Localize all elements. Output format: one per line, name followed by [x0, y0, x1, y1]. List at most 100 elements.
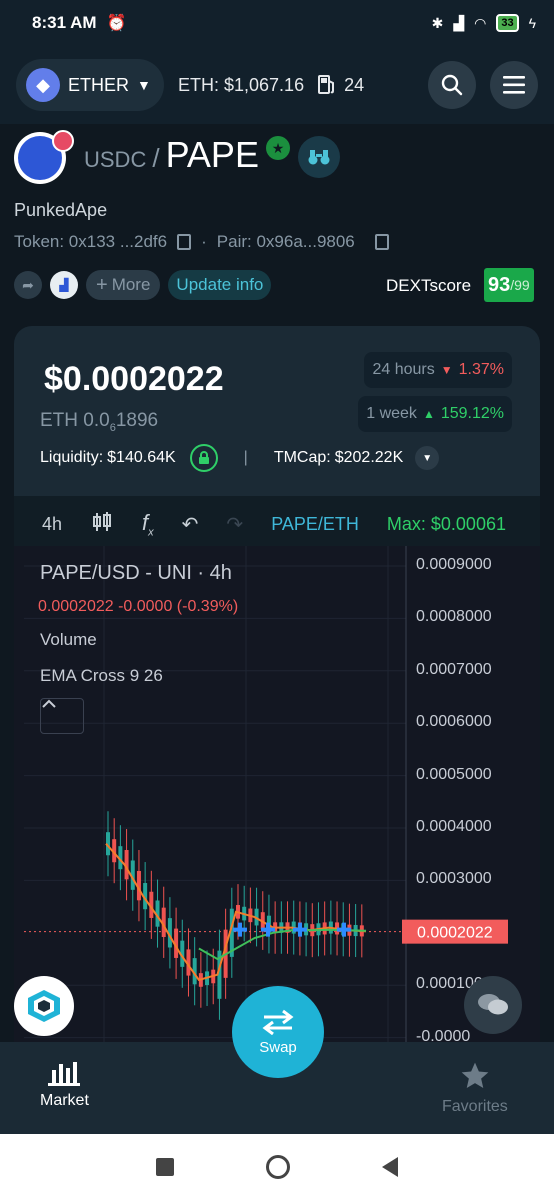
price-eth: ETH 0.061896 — [40, 410, 158, 434]
menu-button[interactable] — [490, 61, 538, 109]
binoculars-icon — [308, 150, 330, 165]
recents-icon[interactable] — [156, 1158, 174, 1176]
redo-icon[interactable]: ↷ — [212, 512, 257, 537]
bar-chart-icon — [48, 1062, 81, 1086]
candle-type-icon[interactable] — [76, 511, 128, 538]
chat-button[interactable] — [464, 976, 522, 1034]
status-time: 8:31 AM — [32, 13, 97, 32]
ethereum-icon: ◆ — [26, 68, 60, 102]
chart-link-button[interactable]: ▟ — [50, 271, 78, 299]
y-tick-label: 0.0007000 — [416, 660, 492, 678]
signal-icon: ▟ — [453, 14, 465, 31]
share-icon: ➦ — [22, 276, 34, 293]
watch-button[interactable] — [298, 136, 340, 178]
favorite-star-icon[interactable]: ★ — [266, 136, 290, 160]
collapse-legend-button[interactable] — [40, 698, 84, 734]
ema-cross-marker — [233, 922, 247, 937]
academy-button[interactable] — [14, 976, 74, 1036]
home-icon[interactable] — [266, 1155, 290, 1179]
token-logo — [14, 130, 74, 184]
nav-market[interactable]: Market — [40, 1060, 89, 1110]
copy-icon[interactable] — [177, 234, 192, 250]
chevron-up-icon — [42, 699, 56, 708]
price-usd: $0.0002022 — [44, 360, 224, 398]
token-address: Token: 0x133 ...2df6 — [14, 232, 168, 251]
eth-price: ETH: $1,067.16 — [178, 74, 305, 95]
plus-icon: + — [96, 273, 108, 296]
price-eth-prefix: ETH 0.0 — [40, 410, 110, 431]
swap-label: Swap — [259, 1038, 297, 1056]
tmcap-value: $202.22K — [334, 449, 404, 466]
pair-header: USDC / PAPE ★ PunkedApe Token: 0x133 ...… — [0, 124, 554, 324]
change-1w-value: 159.12% — [440, 405, 504, 422]
dext-score-value: 93 — [488, 273, 511, 296]
change-24h[interactable]: 24 hours ▼ 1.37% — [364, 352, 512, 388]
change-24h-value: 1.37% — [458, 361, 504, 378]
star-icon — [461, 1062, 489, 1088]
current-price-label: 0.0002022 — [417, 925, 493, 942]
status-icons: ✱ ▟ ◠ 33 ϟ — [432, 14, 536, 32]
search-icon — [441, 74, 463, 96]
price-eth-suffix: 1896 — [115, 410, 159, 431]
wifi-icon: ◠ — [474, 14, 487, 31]
undo-icon[interactable]: ↶ — [168, 512, 213, 537]
more-label: More — [111, 275, 151, 294]
nav-favorites[interactable]: Favorites — [442, 1060, 508, 1116]
main-panel: $0.0002022 ETH 0.061896 24 hours ▼ 1.37%… — [14, 326, 540, 1046]
charging-icon: ϟ — [528, 15, 536, 31]
academy-logo-icon — [28, 990, 60, 1022]
system-nav — [0, 1134, 554, 1200]
up-arrow-icon: ▲ — [422, 407, 435, 421]
tmcap-label: TMCap: — [273, 449, 331, 466]
brand-badge-icon — [52, 130, 74, 152]
chart-legend-indicator[interactable]: EMA Cross 9 26 — [40, 666, 163, 686]
indicators-icon[interactable]: fx — [128, 510, 168, 538]
price-card: $0.0002022 ETH 0.061896 24 hours ▼ 1.37%… — [14, 326, 540, 496]
more-button[interactable]: + More — [86, 270, 161, 300]
chain-label: ETHER — [68, 74, 130, 95]
address-dot: · — [201, 232, 207, 251]
gas-price: 24 — [318, 75, 364, 96]
dext-score-max: /99 — [510, 277, 530, 293]
action-row: ➦ ▟ + More Update info — [14, 270, 272, 300]
chain-selector[interactable]: ◆ ETHER ▼ — [16, 59, 164, 111]
price-chart[interactable]: 0.0002022 PAPE/USD - UNI · 4h 0.0002022 … — [14, 546, 540, 1046]
y-tick-label: 0.0003000 — [416, 870, 492, 888]
token-name: PunkedApe — [14, 200, 108, 220]
quote-toggle[interactable]: PAPE/ETH — [257, 514, 373, 535]
swap-arrows-icon — [262, 1009, 294, 1035]
gas-value: 24 — [344, 74, 365, 95]
chat-icon — [478, 994, 508, 1015]
copy-icon[interactable] — [374, 234, 389, 250]
share-button[interactable]: ➦ — [14, 271, 42, 299]
y-tick-label: 0.0009000 — [416, 556, 492, 573]
quote-symbol: USDC — [84, 147, 147, 172]
base-symbol: PAPE — [165, 134, 259, 175]
interval-selector[interactable]: 4h — [14, 514, 76, 535]
alarm-icon: ⏰ — [106, 15, 127, 32]
dext-score-badge[interactable]: 93 /99 — [484, 268, 534, 302]
expand-stats-button[interactable]: ▼ — [415, 446, 440, 470]
max-price: Max: $0.00061 — [386, 513, 506, 534]
update-info-button[interactable]: Update info — [168, 270, 272, 300]
chart-toolbar: 4h fx ↶ ↷ PAPE/ETH Max: $0.00061 — [14, 504, 540, 544]
y-tick-label: 0.0006000 — [416, 713, 492, 731]
address-row: Token: 0x133 ...2df6 · Pair: 0x96a...980… — [14, 232, 389, 252]
pair-address: Pair: 0x96a...9806 — [216, 232, 355, 251]
liquidity-label: Liquidity: — [40, 449, 104, 466]
pair-separator: / — [152, 143, 160, 173]
chart-legend-volume[interactable]: Volume — [40, 630, 97, 650]
back-icon[interactable] — [382, 1157, 398, 1177]
liquidity-value: $140.64K — [107, 449, 176, 466]
swap-button[interactable]: Swap — [232, 986, 324, 1078]
liquidity-row: Liquidity: $140.64K | TMCap: $202.22K ▼ — [40, 444, 440, 472]
hamburger-icon — [503, 76, 525, 94]
nav-market-label: Market — [40, 1092, 89, 1109]
lock-icon[interactable] — [189, 444, 218, 472]
bluetooth-icon: ✱ — [431, 14, 444, 31]
gas-pump-icon — [318, 75, 335, 94]
search-button[interactable] — [428, 61, 476, 109]
chevron-down-icon: ▼ — [137, 77, 151, 93]
dext-score-label: DEXTscore — [386, 276, 472, 295]
change-1w[interactable]: 1 week ▲ 159.12% — [358, 396, 512, 432]
